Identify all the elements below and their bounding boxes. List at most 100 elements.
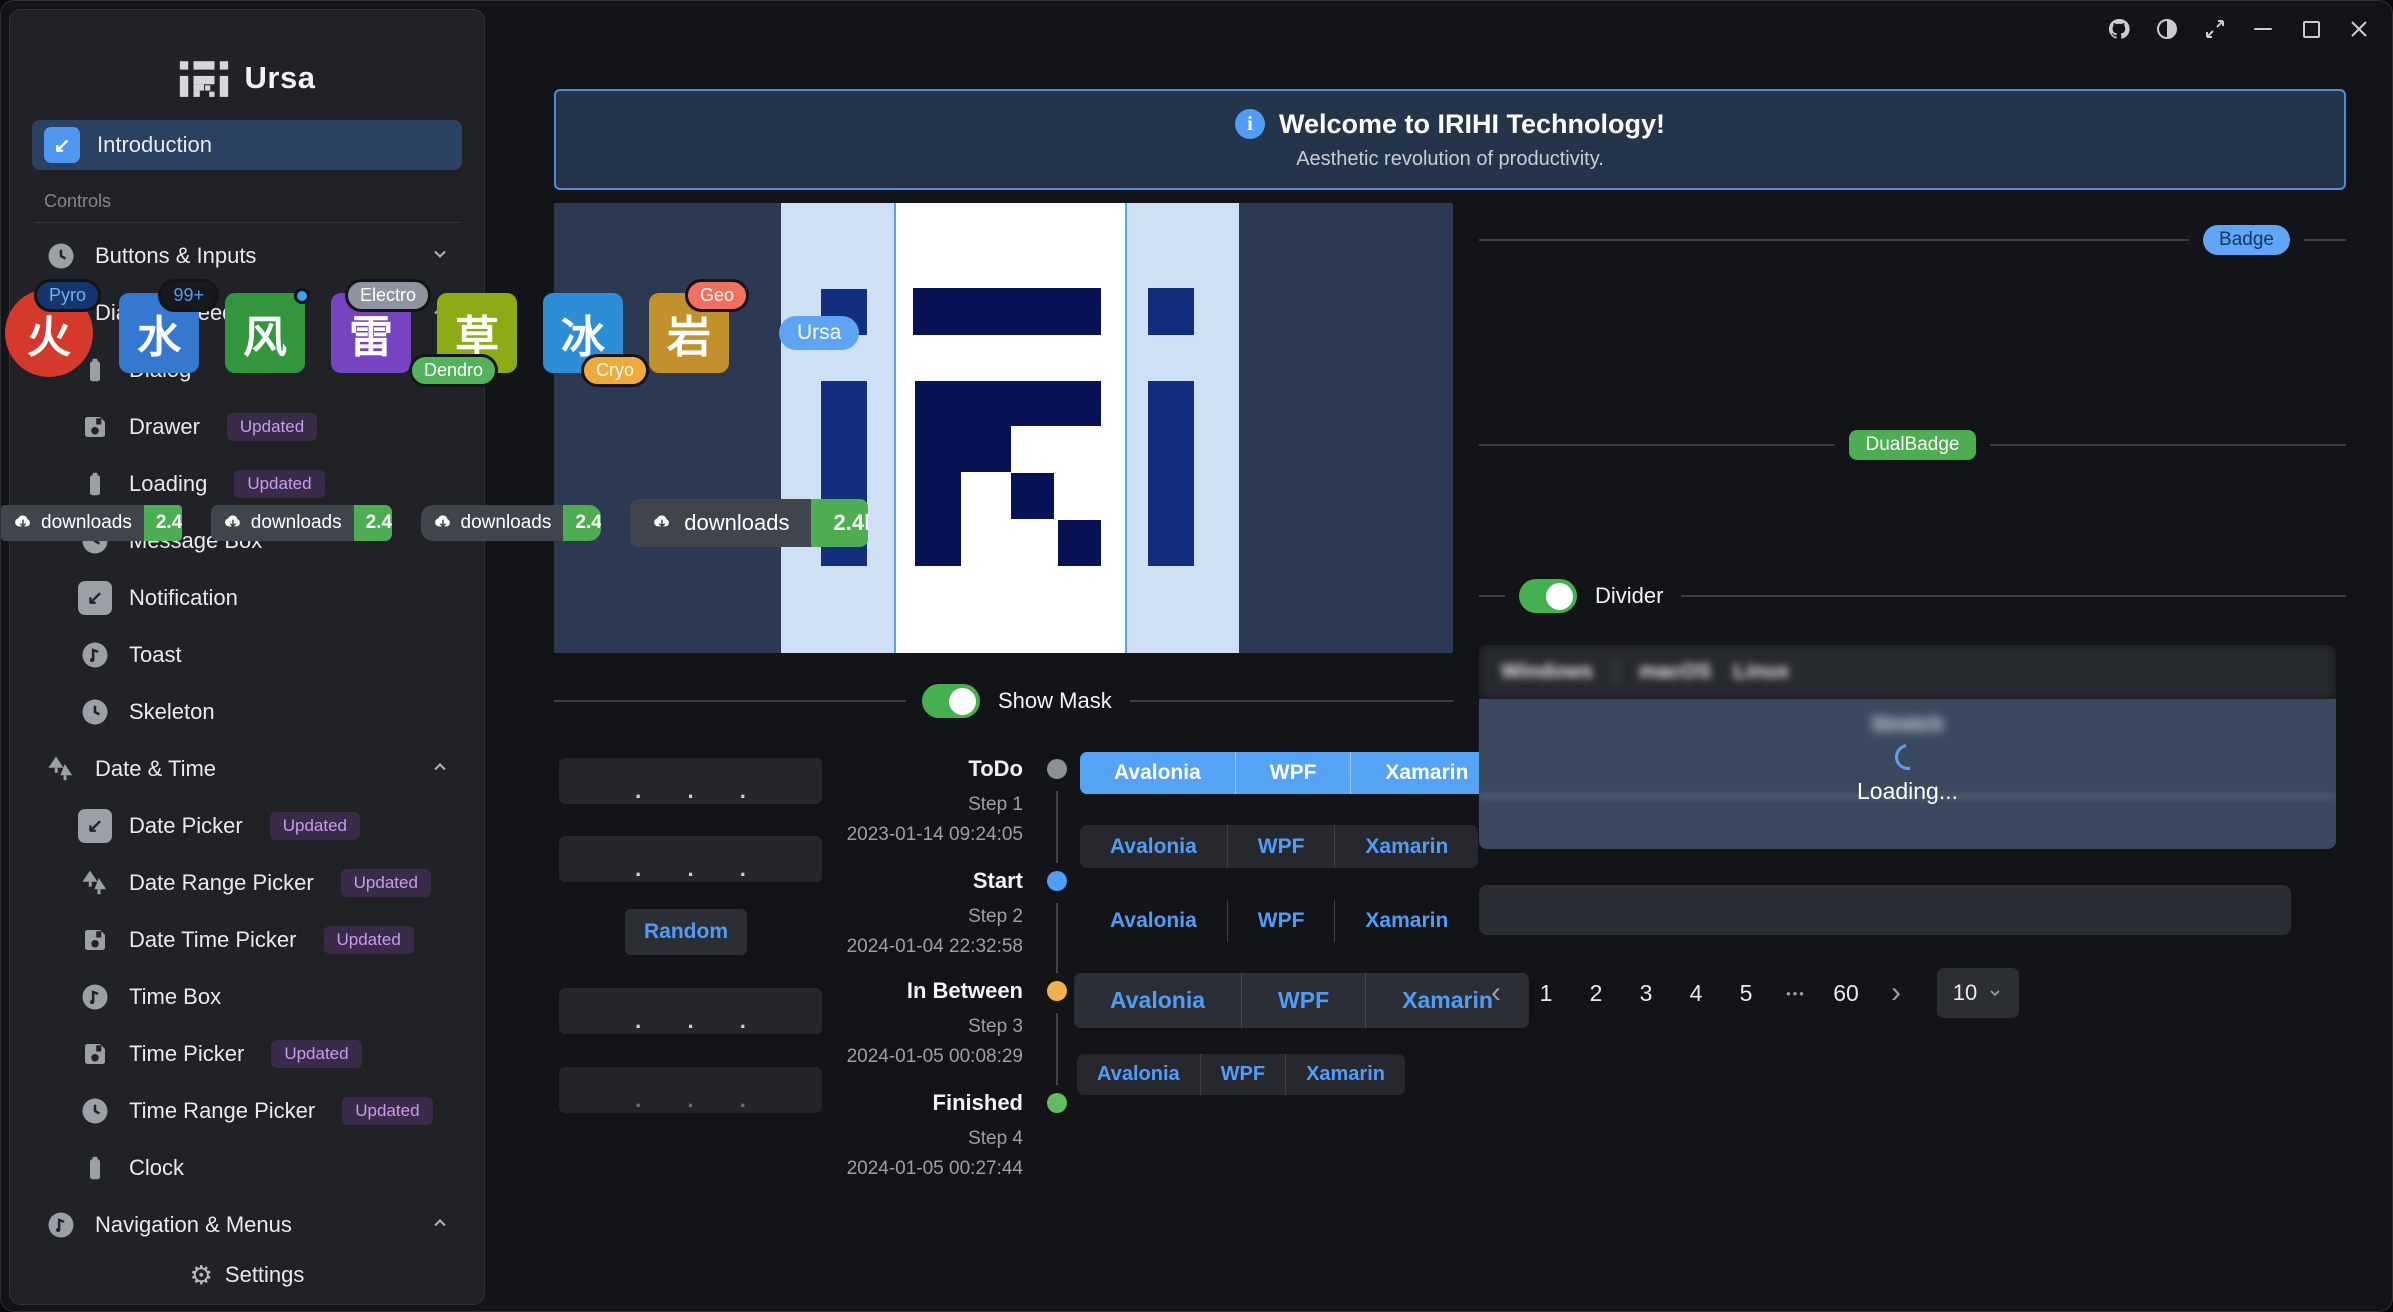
sidebar-item-date-picker[interactable]: ↙ Date Picker Updated bbox=[32, 801, 462, 851]
close-button[interactable] bbox=[2344, 14, 2374, 44]
divider bbox=[34, 222, 460, 223]
floppy-icon bbox=[78, 923, 112, 957]
page-button-60[interactable]: 60 bbox=[1829, 980, 1863, 1007]
badge-tile-geo: 岩 Geo bbox=[649, 293, 729, 373]
group-button-avalonia[interactable]: Avalonia bbox=[1074, 973, 1241, 1028]
show-mask-label: Show Mask bbox=[998, 688, 1112, 714]
maximize-button[interactable] bbox=[2296, 14, 2326, 44]
trees-icon bbox=[78, 866, 112, 900]
group-button-xamarin[interactable]: Xamarin bbox=[1334, 825, 1478, 868]
floppy-icon bbox=[78, 1037, 112, 1071]
clock-icon bbox=[78, 695, 112, 729]
group-button-avalonia[interactable]: Avalonia bbox=[1080, 900, 1227, 942]
timeline-dot-finished bbox=[1047, 1093, 1067, 1113]
sidebar-item-date-time[interactable]: Date & Time bbox=[32, 744, 462, 794]
divider-toggle[interactable] bbox=[1519, 579, 1577, 613]
electro-badge: Electro bbox=[345, 279, 431, 312]
sidebar-item-buttons-inputs[interactable]: Buttons & Inputs bbox=[32, 231, 462, 281]
settings-button[interactable]: ⚙ Settings bbox=[10, 1246, 484, 1304]
group-button-xamarin[interactable]: Xamarin bbox=[1285, 1054, 1405, 1095]
page-button-5[interactable]: 5 bbox=[1729, 980, 1763, 1007]
divider bbox=[554, 700, 906, 702]
group-button-xamarin[interactable]: Xamarin bbox=[1334, 900, 1478, 942]
group-button-avalonia[interactable]: Avalonia bbox=[1077, 1054, 1200, 1095]
sidebar-item-introduction[interactable]: ↙ Introduction bbox=[32, 120, 462, 170]
banner-subtitle: Aesthetic revolution of productivity. bbox=[1296, 148, 1604, 171]
page-button-1[interactable]: 1 bbox=[1529, 980, 1563, 1007]
loading-overlay: Loading... bbox=[1479, 699, 2336, 849]
music-note-icon bbox=[78, 638, 112, 672]
group-button-wpf[interactable]: WPF bbox=[1235, 752, 1351, 794]
sidebar-item-skeleton[interactable]: Skeleton bbox=[32, 687, 462, 737]
badge-tile-pyro: 火 Pyro bbox=[5, 289, 93, 377]
download-icon bbox=[652, 513, 672, 533]
updated-badge: Updated bbox=[341, 869, 431, 897]
arrow-down-left-icon: ↙ bbox=[78, 809, 112, 843]
sidebar-item-drawer[interactable]: Drawer Updated bbox=[32, 402, 462, 452]
timeline-item-todo: ToDo Step 1 2023-01-14 09:24:05 bbox=[681, 756, 1023, 846]
badge-tile-dendro: 草 Dendro bbox=[437, 293, 517, 373]
sidebar-item-toast[interactable]: Toast bbox=[32, 630, 462, 680]
chevron-down-icon bbox=[1987, 985, 2003, 1001]
updated-badge: Updated bbox=[342, 1097, 432, 1125]
minimize-button[interactable] bbox=[2248, 14, 2278, 44]
ursa-badge: Ursa bbox=[779, 316, 859, 350]
chevron-down-icon[interactable] bbox=[430, 244, 450, 269]
badge-tile-hydro: 水 99+ bbox=[119, 293, 199, 373]
sidebar-item-time-picker[interactable]: Time Picker Updated bbox=[32, 1029, 462, 1079]
chevron-up-icon[interactable] bbox=[430, 757, 450, 782]
sidebar-item-navigation-menus[interactable]: Navigation & Menus bbox=[32, 1200, 462, 1250]
sidebar-item-date-time-picker[interactable]: Date Time Picker Updated bbox=[32, 915, 462, 965]
pagination-ellipsis[interactable]: ••• bbox=[1779, 986, 1813, 1001]
resize-icon[interactable] bbox=[2200, 14, 2230, 44]
logo-pixel bbox=[1058, 520, 1101, 566]
badge-tile-electro: 雷 Electro bbox=[331, 293, 411, 373]
floppy-icon bbox=[78, 410, 112, 444]
sidebar-item-time-range-picker[interactable]: Time Range Picker Updated bbox=[32, 1086, 462, 1136]
sidebar-item-date-range-picker[interactable]: Date Range Picker Updated bbox=[32, 858, 462, 908]
show-mask-toggle[interactable] bbox=[922, 684, 980, 718]
downloads-badge: downloads 2.4k bbox=[421, 505, 602, 541]
sidebar-item-time-box[interactable]: Time Box bbox=[32, 972, 462, 1022]
group-button-avalonia[interactable]: Avalonia bbox=[1080, 825, 1227, 868]
sidebar-item-clock[interactable]: Clock bbox=[32, 1143, 462, 1193]
button-group-large: Avalonia WPF Xamarin bbox=[1074, 973, 1529, 1028]
sidebar-item-notification[interactable]: ↙ Notification bbox=[32, 573, 462, 623]
github-icon[interactable] bbox=[2104, 14, 2134, 44]
group-button-avalonia[interactable]: Avalonia bbox=[1080, 752, 1235, 794]
cryo-badge: Cryo bbox=[581, 354, 649, 387]
page-button-4[interactable]: 4 bbox=[1679, 980, 1713, 1007]
page-button-2[interactable]: 2 bbox=[1579, 980, 1613, 1007]
logo-pixel bbox=[915, 381, 1101, 426]
page-button-3[interactable]: 3 bbox=[1629, 980, 1663, 1007]
tab-windows[interactable]: Windows bbox=[1501, 660, 1593, 684]
previous-page-button[interactable]: ‹ bbox=[1479, 978, 1513, 1008]
next-page-button[interactable]: › bbox=[1879, 978, 1913, 1008]
empty-input-box[interactable] bbox=[1479, 885, 2291, 935]
count-badge: 99+ bbox=[158, 279, 219, 312]
tab-macos[interactable]: macOS bbox=[1639, 660, 1711, 684]
timeline-dot-todo bbox=[1047, 759, 1067, 779]
group-button-wpf[interactable]: WPF bbox=[1227, 825, 1335, 868]
badge-gallery: 火 Pyro 水 99+ 风 雷 Electro 草 Dendro 冰 Cryo… bbox=[5, 289, 872, 377]
battery-icon bbox=[78, 467, 112, 501]
download-icon bbox=[223, 513, 243, 533]
theme-toggle-icon[interactable] bbox=[2152, 14, 2182, 44]
timeline-dot-start bbox=[1047, 871, 1067, 891]
divider bbox=[1990, 444, 2346, 446]
clock-icon bbox=[78, 1094, 112, 1128]
chevron-up-icon[interactable] bbox=[430, 1213, 450, 1238]
page-size-dropdown[interactable]: 10 bbox=[1937, 968, 2019, 1018]
tab-linux[interactable]: Linux bbox=[1733, 660, 1789, 684]
divider bbox=[1479, 239, 2189, 241]
updated-badge: Updated bbox=[234, 470, 324, 498]
spinner-icon bbox=[1889, 738, 1925, 774]
app-logo: Ursa bbox=[10, 10, 484, 108]
music-note-icon bbox=[44, 1208, 78, 1242]
group-button-wpf[interactable]: WPF bbox=[1200, 1054, 1285, 1095]
timeline-connector bbox=[1056, 903, 1058, 973]
button-group-borderless: Avalonia WPF Xamarin bbox=[1080, 900, 1478, 942]
divider bbox=[1681, 595, 2346, 597]
group-button-wpf[interactable]: WPF bbox=[1227, 900, 1335, 942]
group-button-wpf[interactable]: WPF bbox=[1241, 973, 1365, 1028]
